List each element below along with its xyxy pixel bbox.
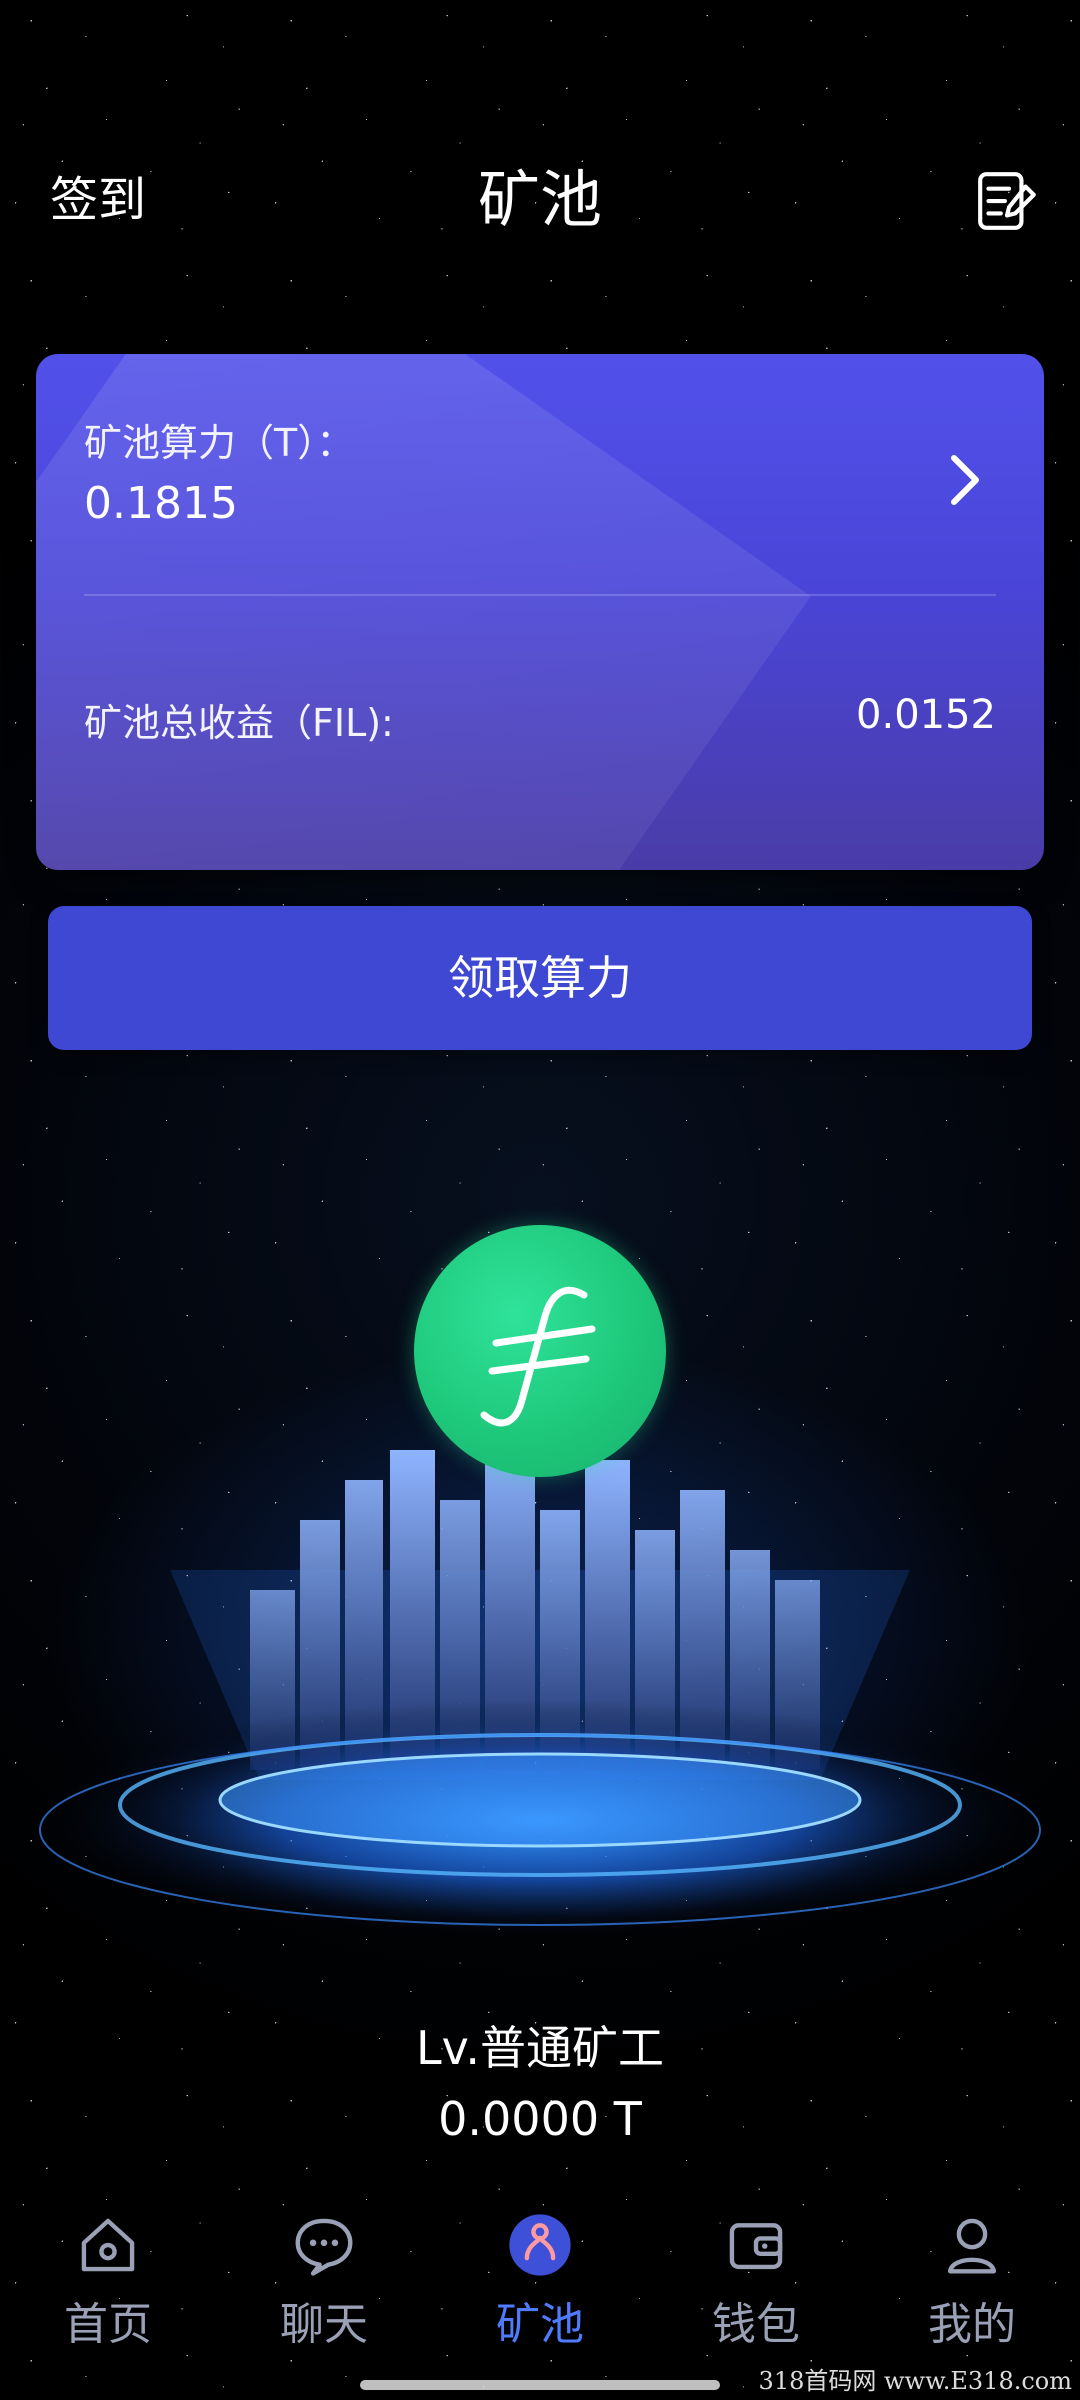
hashrate-label: 矿池算力（T）： — [84, 421, 355, 465]
nav-item-wallet[interactable]: 钱包 — [666, 2210, 846, 2352]
mining-pool-card[interactable]: 矿池算力（T）： 0.1815 矿池总收益（FIL): 0.0152 — [36, 354, 1044, 870]
header: 签到 矿池 — [0, 150, 1080, 250]
filecoin-coin — [414, 1225, 666, 1477]
claim-hashrate-button[interactable]: 领取算力 — [48, 906, 1032, 1050]
wallet-icon — [729, 2223, 783, 2270]
nav-label-home: 首页 — [64, 2299, 152, 2350]
nav-label-chat: 聊天 — [280, 2299, 368, 2350]
nav-item-chat[interactable]: 聊天 — [234, 2210, 414, 2352]
mining-icon — [509, 2214, 571, 2276]
nav-item-home[interactable]: 首页 — [18, 2210, 198, 2352]
nav-label-profile: 我的 — [928, 2299, 1016, 2350]
city-platform-illustration — [20, 1440, 1060, 1940]
note-icon[interactable] — [974, 168, 1040, 234]
page-title: 矿池 — [477, 163, 602, 236]
hashrate-value: 0.1815 — [84, 478, 238, 529]
nav-item-profile[interactable]: 我的 — [882, 2210, 1062, 2352]
nav-item-mining[interactable]: 矿池 — [450, 2210, 630, 2352]
miner-power: 0.0000 T — [438, 2092, 642, 2146]
watermark: 318首码网 www.E318.com — [758, 2367, 1072, 2395]
miner-level: Lv.普通矿工 — [416, 2021, 664, 2075]
home-indicator[interactable] — [360, 2380, 720, 2390]
nav-label-wallet: 钱包 — [712, 2299, 800, 2350]
chat-icon — [295, 2218, 353, 2276]
card-divider — [84, 594, 996, 596]
home-icon — [81, 2218, 135, 2272]
filecoin-icon — [480, 1286, 596, 1427]
nav-label-mining: 矿池 — [496, 2299, 584, 2350]
profile-icon — [947, 2218, 997, 2274]
total-income-value: 0.0152 — [856, 692, 996, 738]
total-income-label: 矿池总收益（FIL): — [84, 701, 394, 745]
chevron-right-icon[interactable] — [946, 450, 986, 510]
